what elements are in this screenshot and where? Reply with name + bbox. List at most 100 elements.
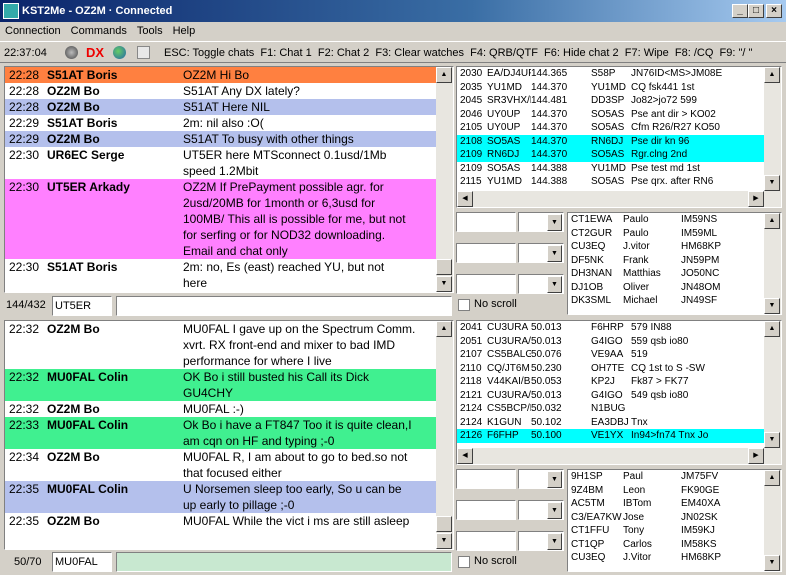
chat2-target-input[interactable]: MU0FAL	[52, 552, 112, 572]
spot-row[interactable]: 2126 F6FHP 50.100 VE1YX In94>fn74 Tnx Jo	[457, 429, 764, 443]
chat-row[interactable]: 22:32 OZ2M Bo MU0FAL :-)	[5, 401, 436, 417]
spot-row[interactable]: 2115 YU1MD 144.388 SO5AS Pse qrx. after RN6	[457, 175, 764, 189]
noscroll-checkbox-1[interactable]	[458, 299, 470, 311]
spot-row[interactable]: 2121 CU3URA/B50.013 G4IGO 549 qsb io80	[457, 388, 764, 402]
settings-icon[interactable]	[137, 46, 150, 59]
user-row[interactable]: CT1FFU Tony IM59KJ	[568, 524, 764, 538]
user-row[interactable]: CT2GUR Paulo IM59ML	[568, 227, 764, 241]
scroll-down-icon[interactable]: ▼	[764, 175, 780, 191]
user-row[interactable]: CT1QP Carlos IM58KS	[568, 538, 764, 552]
chat1-target-input[interactable]: UT5ER	[52, 296, 112, 316]
scroll-up-icon[interactable]: ▲	[764, 321, 780, 337]
menu-connection[interactable]: Connection	[0, 22, 66, 41]
chevron-down-icon[interactable]: ▼	[547, 276, 562, 293]
chevron-down-icon[interactable]: ▼	[547, 533, 562, 550]
scroll-up-icon[interactable]: ▲	[764, 470, 780, 486]
close-button[interactable]: ×	[766, 4, 782, 18]
scroll-left-icon[interactable]: ◀	[457, 191, 473, 207]
scroll-left-icon[interactable]: ◀	[457, 448, 473, 464]
globe-icon[interactable]	[113, 46, 126, 59]
spots2-vscrollbar[interactable]: ▲ ▼	[764, 321, 781, 448]
user-row[interactable]: CT1EWA Paulo IM59NS	[568, 213, 764, 227]
user-row[interactable]: CU3EQ J.Vitor HM68KP	[568, 551, 764, 565]
menu-tools[interactable]: Tools	[132, 22, 168, 41]
spots1-hscrollbar[interactable]: ◀ ▶	[457, 191, 781, 207]
chat-row[interactable]: 22:35 OZ2M Bo MU0FAL While the vict i ms a…	[5, 513, 436, 529]
filter-dropdown-1[interactable]: ▼	[518, 212, 564, 232]
chat-row[interactable]: 22:28 OZ2M Bo S51AT Here NIL	[5, 99, 436, 115]
chat-row[interactable]: 22:32 OZ2M Bo MU0FAL I gave up on the Spec…	[5, 321, 436, 369]
user-row[interactable]: DH3NAN Matthias JO50NC	[568, 267, 764, 281]
chat-row[interactable]: 22:33 MU0FAL Colin Ok Bo i have a FT847 To…	[5, 417, 436, 449]
scroll-up-icon[interactable]: ▲	[436, 321, 452, 337]
filter-box-6[interactable]	[456, 531, 516, 551]
spot-row[interactable]: 2109 SO5AS 144.388 YU1MD Pse test md 1st	[457, 161, 764, 175]
chat-row[interactable]: 22:29 S51AT Boris 2m: nil also :O(	[5, 115, 436, 131]
noscroll-checkbox-2[interactable]	[458, 556, 470, 568]
spot-row[interactable]: 2108 SO5AS 144.370 RN6DJ Pse dir kn 96	[457, 134, 764, 148]
users2-scrollbar[interactable]: ▲ ▼	[764, 470, 781, 571]
chat-row[interactable]: 22:30 UT5ER Arkady OZ2M If PrePayment poss…	[5, 179, 436, 259]
chevron-down-icon[interactable]: ▼	[547, 214, 562, 231]
scroll-right-icon[interactable]: ▶	[748, 191, 764, 207]
chat-row[interactable]: 22:30 S51AT Boris 2m: no, Es (east) reache…	[5, 259, 436, 291]
scroll-down-icon[interactable]: ▼	[436, 533, 452, 549]
spot-row[interactable]: 2107 CS5BALG/B50.076 VE9AA 519	[457, 348, 764, 362]
scroll-down-icon[interactable]: ▼	[764, 298, 780, 314]
gear-icon[interactable]	[65, 46, 78, 59]
scroll-down-icon[interactable]: ▼	[764, 432, 780, 448]
filter-box-5[interactable]	[456, 500, 516, 520]
chat-row[interactable]: 22:28 OZ2M Bo S51AT Any DX lately?	[5, 83, 436, 99]
chevron-down-icon[interactable]: ▼	[547, 245, 562, 262]
chat1-scrollbar[interactable]: ▲ ▼	[436, 67, 453, 292]
scroll-up-icon[interactable]: ▲	[764, 213, 780, 229]
user-row[interactable]: DJ1OB Oliver JN48OM	[568, 281, 764, 295]
spot-row[interactable]: 2124 K1GUN 50.102 EA3DBJ Tnx	[457, 415, 764, 429]
filter-dropdown-3[interactable]: ▼	[518, 274, 564, 294]
chat2-scrollbar[interactable]: ▲ ▼	[436, 321, 453, 549]
spot-row[interactable]: 2109 RN6DJ 144.370 SO5AS Rgr.clng 2nd	[457, 148, 764, 162]
chat-row[interactable]: 22:35 MU0FAL Colin U Norsemen sleep too ea…	[5, 481, 436, 513]
spot-row[interactable]: 2045 SR3VHX/B144.481 DD3SP Jo82>jo72 599	[457, 94, 764, 108]
filter-box-2[interactable]	[456, 243, 516, 263]
filter-dropdown-2[interactable]: ▼	[518, 243, 564, 263]
user-row[interactable]: DK3SML Michael JN49SF	[568, 294, 764, 308]
chevron-down-icon[interactable]: ▼	[547, 471, 562, 488]
maximize-button[interactable]: □	[748, 4, 764, 18]
filter-dropdown-5[interactable]: ▼	[518, 500, 564, 520]
spot-row[interactable]: 2118 V44KAI/B 50.053 KP2J Fk87 > FK77	[457, 375, 764, 389]
spot-row[interactable]: 2051 CU3URA/B50.013 G4IGO 559 qsb io80	[457, 334, 764, 348]
chat2-message-input[interactable]	[116, 552, 452, 572]
dx-button[interactable]: DX	[86, 42, 104, 62]
minimize-button[interactable]: _	[732, 4, 748, 18]
scroll-up-icon[interactable]: ▲	[764, 67, 780, 83]
scroll-thumb[interactable]	[436, 259, 452, 275]
user-row[interactable]: C3/EA7KW Jose JN02SK	[568, 511, 764, 525]
menu-commands[interactable]: Commands	[66, 22, 132, 41]
user-row[interactable]: AC5TM IBTom EM40XA	[568, 497, 764, 511]
filter-dropdown-6[interactable]: ▼	[518, 531, 564, 551]
chevron-down-icon[interactable]: ▼	[547, 502, 562, 519]
user-row[interactable]: DF5NK Frank JN59PM	[568, 254, 764, 268]
user-row[interactable]: CU3EQ J.vitor HM68KP	[568, 240, 764, 254]
chat1-message-input[interactable]	[116, 296, 452, 316]
filter-dropdown-4[interactable]: ▼	[518, 469, 564, 489]
spot-row[interactable]: 2046 UY0UP 144.370 SO5AS Pse ant dir > KO02	[457, 107, 764, 121]
chat-row[interactable]: 22:28 S51AT Boris OZ2M Hi Bo	[5, 67, 436, 83]
scroll-up-icon[interactable]: ▲	[436, 67, 452, 83]
scroll-down-icon[interactable]: ▼	[764, 555, 780, 571]
spot-row[interactable]: 2105 UY0UP 144.370 SO5AS Cfm R26/R27 KO50	[457, 121, 764, 135]
spot-row[interactable]: 2041 CU3URA 50.013 F6HRP 579 IN88	[457, 321, 764, 335]
filter-box-3[interactable]	[456, 274, 516, 294]
scroll-thumb[interactable]	[436, 516, 452, 532]
spot-row[interactable]: 2035 YU1MD 144.370 YU1MD CQ fsk441 1st	[457, 80, 764, 94]
spots2-hscrollbar[interactable]: ◀ ▶	[457, 448, 781, 464]
filter-box-4[interactable]	[456, 469, 516, 489]
chat-row[interactable]: 22:32 MU0FAL Colin OK Bo i still busted hi…	[5, 369, 436, 401]
chat-row[interactable]: 22:29 OZ2M Bo S51AT To busy with other thi…	[5, 131, 436, 147]
user-row[interactable]: 9H1SP Paul JM75FV	[568, 470, 764, 484]
users1-scrollbar[interactable]: ▲ ▼	[764, 213, 781, 314]
chat-row[interactable]: 22:30 UR6EC Serge UT5ER here MTSconnect 0.…	[5, 147, 436, 179]
spot-row[interactable]: 2110 CQ/JT6M 50.230 OH7TE CQ 1st to S -SW	[457, 361, 764, 375]
spots1-vscrollbar[interactable]: ▲ ▼	[764, 67, 781, 191]
